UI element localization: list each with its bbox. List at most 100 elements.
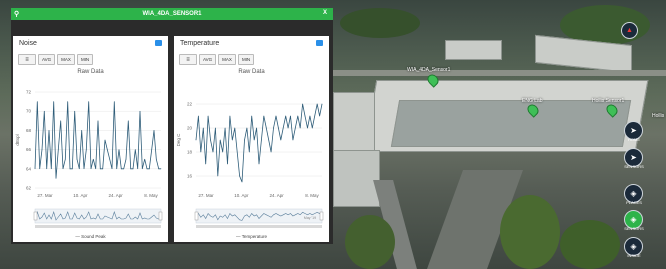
noise-legend[interactable]: — Sound Peak <box>13 234 168 239</box>
data-point[interactable] <box>297 115 299 117</box>
bar-chart-icon[interactable] <box>155 40 162 46</box>
data-point[interactable] <box>41 149 43 150</box>
data-point[interactable] <box>60 120 62 122</box>
data-point[interactable] <box>261 139 262 141</box>
data-point[interactable] <box>285 115 287 117</box>
data-point[interactable] <box>244 139 245 141</box>
data-point[interactable] <box>120 168 122 170</box>
data-point[interactable] <box>263 115 265 117</box>
data-point[interactable] <box>258 163 260 165</box>
data-point[interactable] <box>253 139 255 141</box>
bar-chart-icon[interactable] <box>316 40 323 46</box>
data-point[interactable] <box>160 168 162 170</box>
data-point[interactable] <box>90 168 92 170</box>
data-point[interactable] <box>153 130 155 131</box>
data-point[interactable] <box>287 127 289 129</box>
data-point[interactable] <box>280 139 282 141</box>
noise-min-button[interactable]: MIN <box>76 54 94 65</box>
data-point[interactable] <box>67 101 69 102</box>
data-point[interactable] <box>231 139 233 141</box>
data-point[interactable] <box>212 151 214 153</box>
data-point[interactable] <box>106 149 108 150</box>
navigator-scrollbar[interactable] <box>196 225 322 228</box>
data-point[interactable] <box>294 127 296 129</box>
series-line[interactable] <box>195 103 323 183</box>
temperature-max-button[interactable]: MAX <box>218 54 236 65</box>
data-point[interactable] <box>132 168 134 170</box>
data-point[interactable] <box>195 139 197 141</box>
data-point[interactable] <box>97 120 99 122</box>
data-point[interactable] <box>299 127 301 129</box>
navigator-handle-left[interactable] <box>194 211 199 221</box>
data-point[interactable] <box>200 151 202 153</box>
data-point[interactable] <box>268 139 270 141</box>
data-point[interactable] <box>69 168 71 170</box>
data-point[interactable] <box>319 115 320 117</box>
data-point[interactable] <box>224 127 226 129</box>
data-point[interactable] <box>311 127 313 129</box>
data-point[interactable] <box>246 127 248 129</box>
data-point[interactable] <box>39 168 41 170</box>
data-point[interactable] <box>71 168 73 170</box>
data-point[interactable] <box>265 127 267 129</box>
data-point[interactable] <box>134 149 136 150</box>
data-point[interactable] <box>278 127 279 129</box>
data-point[interactable] <box>64 158 66 160</box>
data-point[interactable] <box>229 115 231 117</box>
data-point[interactable] <box>155 158 157 160</box>
noise-avg-button[interactable]: AVG <box>38 54 56 65</box>
noise-navigator[interactable] <box>13 206 168 230</box>
data-point[interactable] <box>309 115 311 117</box>
data-point[interactable] <box>198 115 199 117</box>
data-point[interactable] <box>48 130 50 131</box>
data-point[interactable] <box>158 168 160 170</box>
navigator-handle-left[interactable] <box>33 211 38 221</box>
noise-max-button[interactable]: MAX <box>57 54 75 65</box>
data-point[interactable] <box>92 158 94 160</box>
data-point[interactable] <box>292 139 294 141</box>
data-point[interactable] <box>53 101 55 102</box>
data-point[interactable] <box>270 151 272 153</box>
navigator-scrollbar[interactable] <box>35 225 161 228</box>
data-point[interactable] <box>116 168 118 170</box>
data-point[interactable] <box>302 103 303 105</box>
data-point[interactable] <box>36 101 38 102</box>
data-point[interactable] <box>241 181 243 183</box>
data-point[interactable] <box>210 139 211 141</box>
data-point[interactable] <box>74 110 76 112</box>
data-point[interactable] <box>50 168 52 170</box>
data-point[interactable] <box>78 168 80 170</box>
data-point[interactable] <box>282 127 284 129</box>
data-point[interactable] <box>102 168 104 170</box>
data-point[interactable] <box>99 168 101 170</box>
temperature-avg-button[interactable]: AVG <box>199 54 217 65</box>
data-point[interactable] <box>46 168 48 170</box>
data-point[interactable] <box>104 139 106 141</box>
temperature-menu-button[interactable]: ≡ <box>179 54 197 65</box>
data-point[interactable] <box>307 127 308 129</box>
temperature-legend[interactable]: — Temperature <box>174 234 329 239</box>
data-point[interactable] <box>137 168 139 170</box>
data-point[interactable] <box>151 149 153 150</box>
data-point[interactable] <box>314 115 316 117</box>
data-point[interactable] <box>215 127 216 129</box>
data-point[interactable] <box>95 168 97 170</box>
temperature-navigator[interactable]: May '19 <box>174 206 329 230</box>
data-point[interactable] <box>76 158 78 160</box>
data-point[interactable] <box>202 127 204 129</box>
data-point[interactable] <box>111 168 113 170</box>
data-point[interactable] <box>144 158 146 160</box>
data-point[interactable] <box>139 110 141 112</box>
data-point[interactable] <box>234 127 236 129</box>
data-point[interactable] <box>141 168 143 170</box>
data-point[interactable] <box>217 175 219 177</box>
data-point[interactable] <box>55 178 57 179</box>
data-point[interactable] <box>316 103 318 105</box>
data-point[interactable] <box>83 168 85 170</box>
navigator-handle-right[interactable] <box>158 211 163 221</box>
navigator-area[interactable] <box>34 208 162 224</box>
data-point[interactable] <box>88 101 90 102</box>
data-point[interactable] <box>85 149 87 150</box>
data-point[interactable] <box>321 103 323 105</box>
data-point[interactable] <box>275 115 277 117</box>
